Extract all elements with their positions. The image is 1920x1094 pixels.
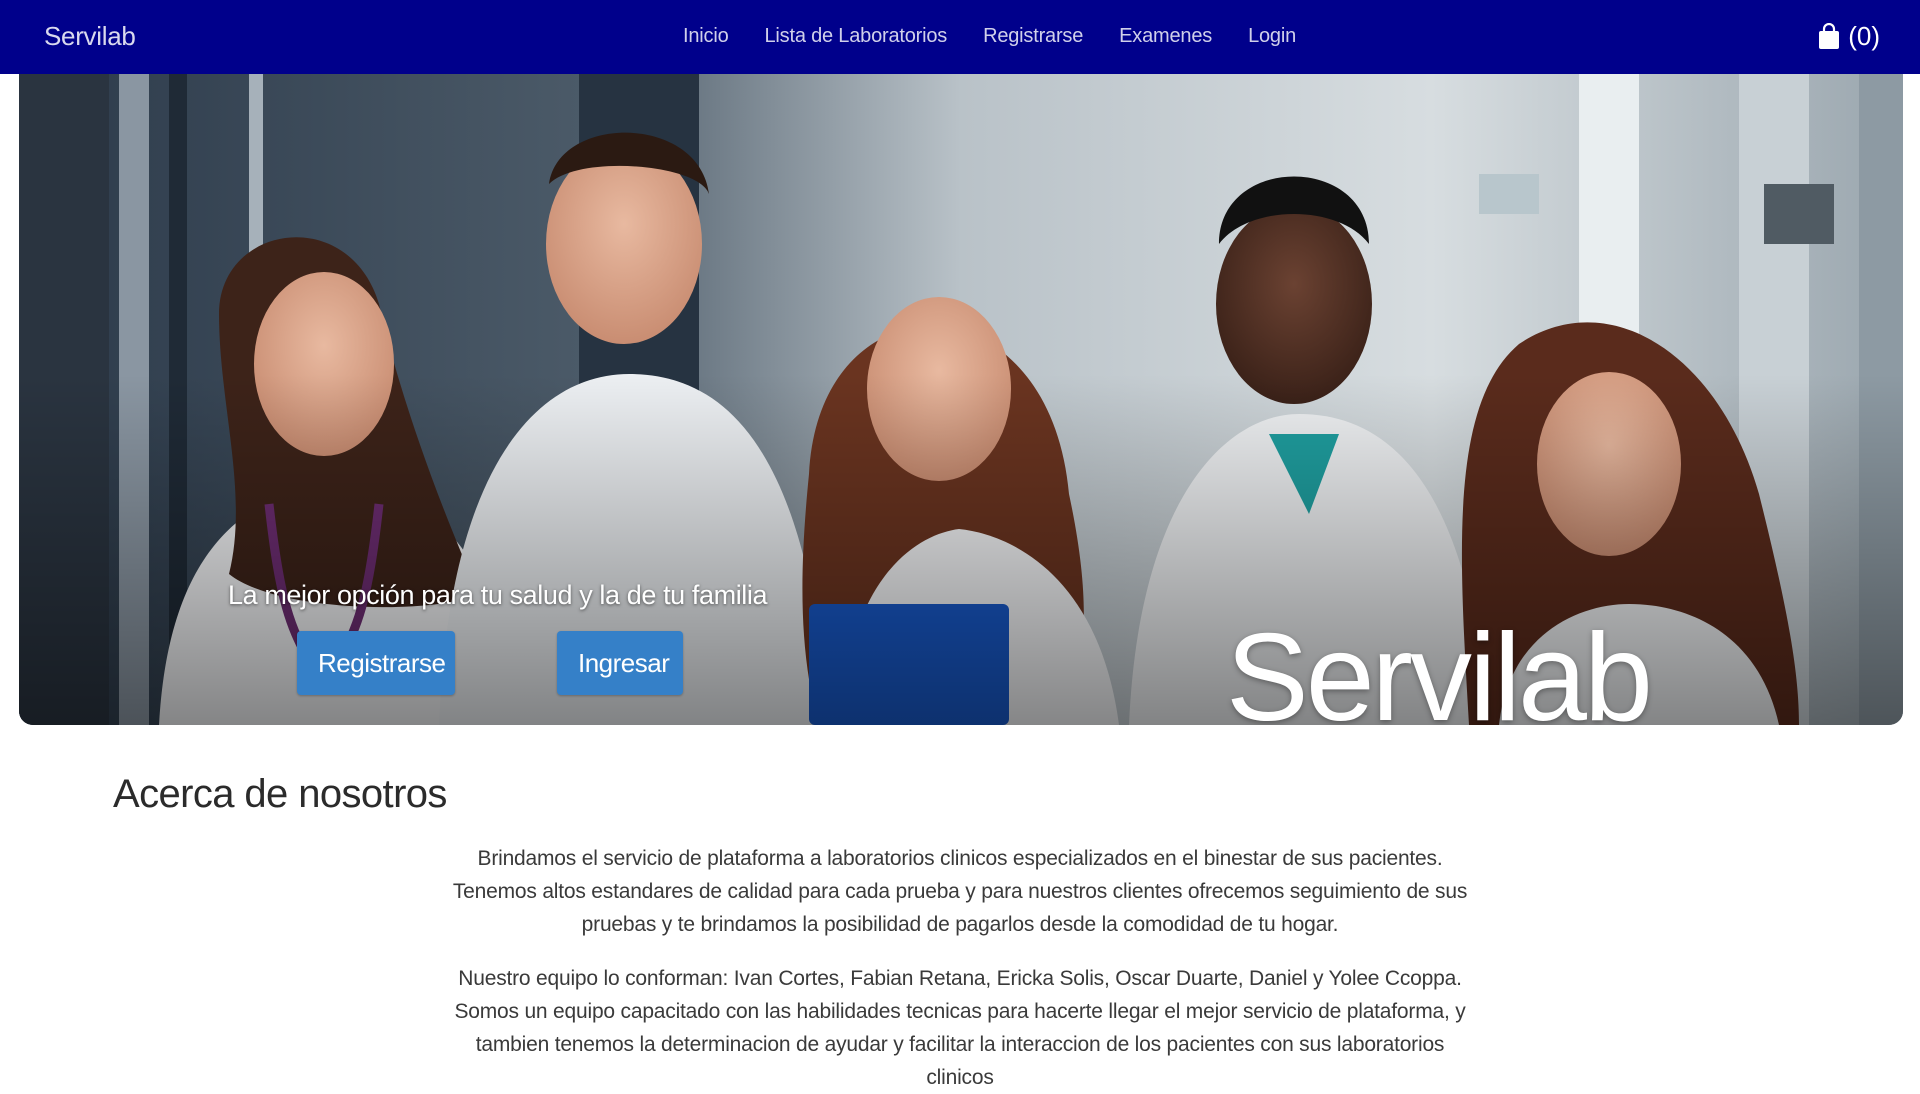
register-button[interactable]: Registrarse <box>297 631 455 695</box>
nav-link-inicio[interactable]: Inicio <box>665 25 747 47</box>
shopping-bag-icon <box>1818 22 1840 50</box>
nav-link-examenes[interactable]: Examenes <box>1101 25 1230 47</box>
nav-link-lista-laboratorios[interactable]: Lista de Laboratorios <box>747 25 966 47</box>
nav-link-registrarse[interactable]: Registrarse <box>965 25 1101 47</box>
top-navbar: Servilab Inicio Lista de Laboratorios Re… <box>0 0 1920 74</box>
hero-title: Servilab <box>1226 609 1653 725</box>
about-paragraph-1: Brindamos el servicio de plataforma a la… <box>452 847 1468 936</box>
about-paragraph-2: Nuestro equipo lo conforman: Ivan Cortes… <box>454 967 1466 1089</box>
cart-button[interactable]: (0) <box>1818 18 1880 54</box>
nav-link-login[interactable]: Login <box>1230 25 1314 47</box>
login-button[interactable]: Ingresar <box>557 631 683 695</box>
nav-links: Inicio Lista de Laboratorios Registrarse… <box>665 22 1314 50</box>
cart-count: (0) <box>1848 21 1880 51</box>
brand-logo-link[interactable]: Servilab <box>44 20 136 52</box>
about-heading: Acerca de nosotros <box>113 772 447 816</box>
hero-tagline: La mejor opción para tu salud y la de tu… <box>228 580 768 610</box>
hero-banner: La mejor opción para tu salud y la de tu… <box>19 74 1903 725</box>
